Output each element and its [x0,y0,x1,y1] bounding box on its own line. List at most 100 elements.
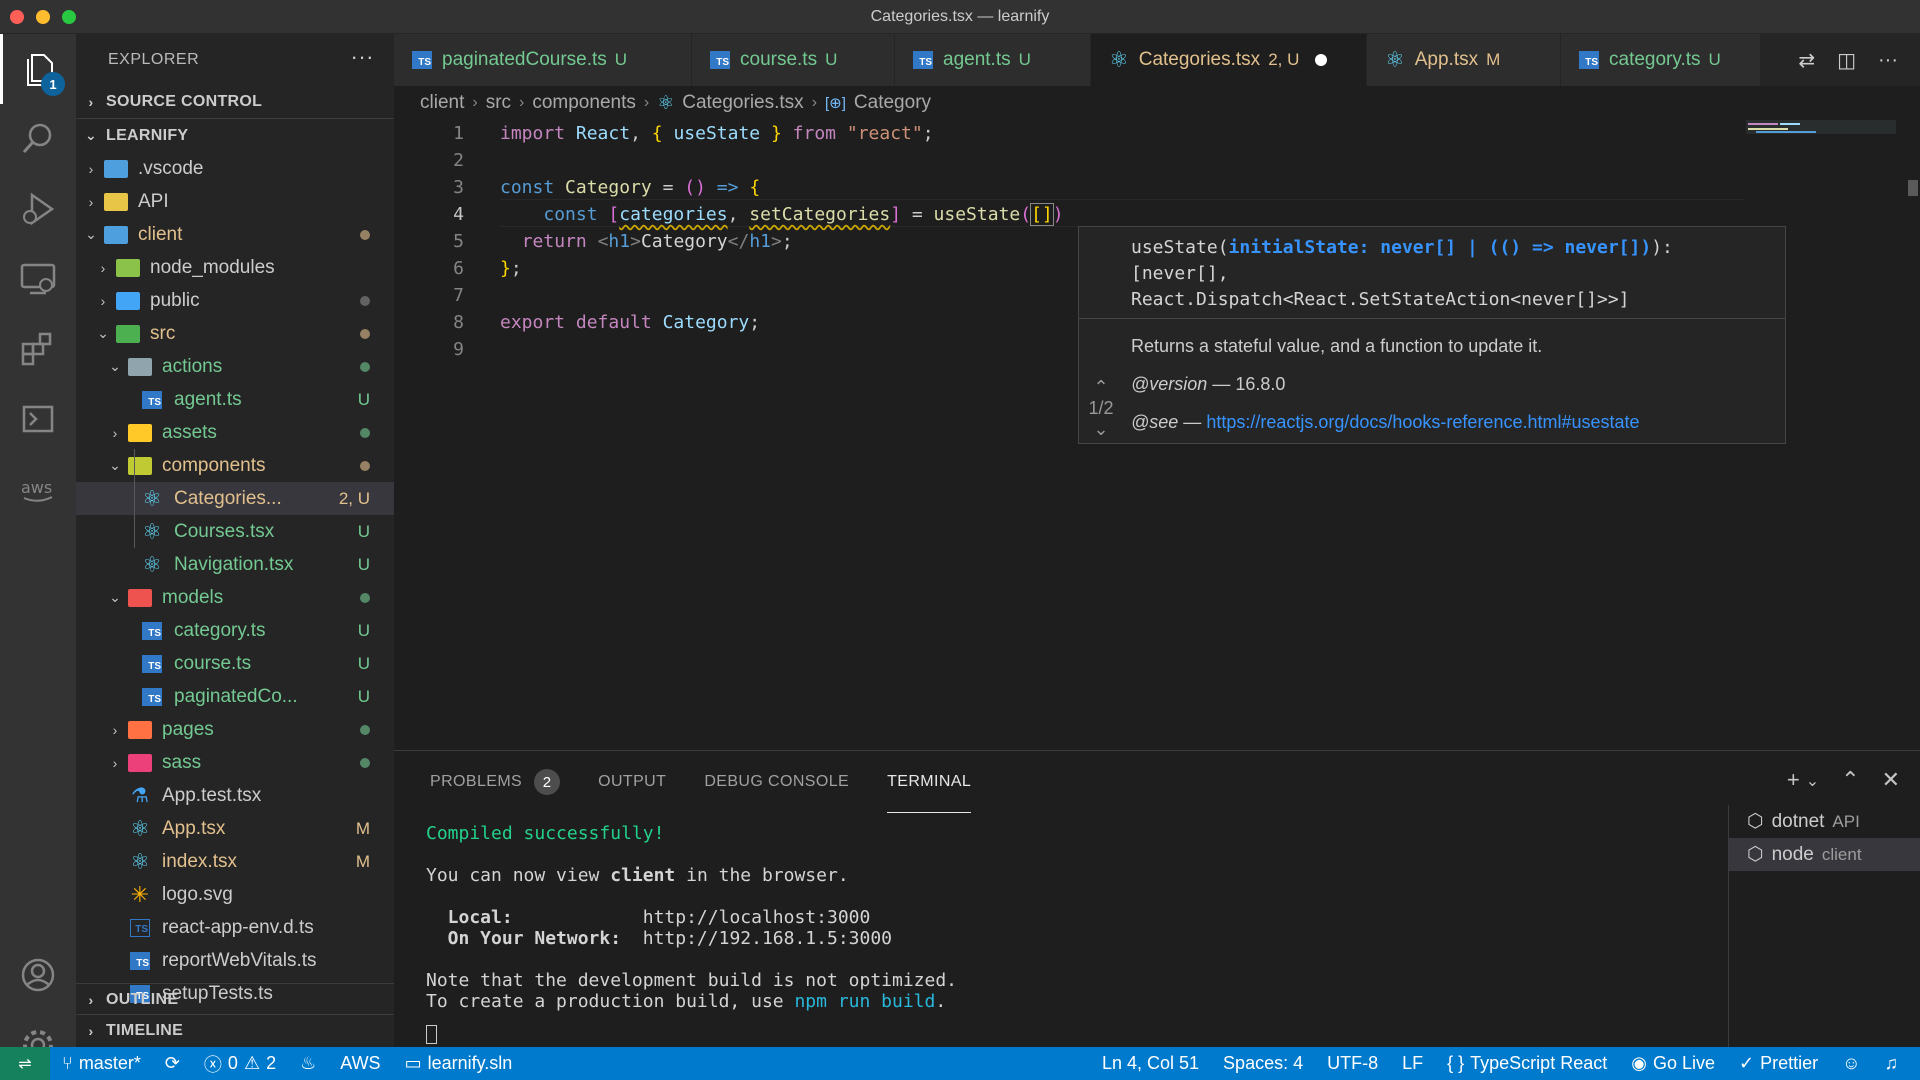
notifications[interactable]: ♫ [1873,1053,1911,1074]
branch-status[interactable]: ⑂ master* [50,1053,153,1074]
breadcrumb-src[interactable]: src [486,92,511,114]
editor-tab[interactable]: TS category.ts U [1561,34,1761,86]
end-of-line[interactable]: LF [1390,1053,1435,1074]
flame-status[interactable]: ♨ [288,1053,328,1074]
breadcrumb-client[interactable]: client [420,92,464,114]
unsaved-dot-icon[interactable] [1315,54,1328,66]
tree-folder[interactable]: ⌄ client [76,218,394,251]
code-line: }; [500,258,522,279]
breadcrumb-file[interactable]: Categories.tsx [682,92,803,114]
tree-folder[interactable]: › assets [76,416,394,449]
more-actions-icon[interactable]: ··· [1878,49,1898,72]
breadcrumb-symbol[interactable]: Category [854,92,931,114]
terminal-instance[interactable]: ⬡ dotnet API [1729,805,1920,838]
explorer-activity[interactable]: 1 [0,34,76,104]
indentation[interactable]: Spaces: 4 [1211,1053,1315,1074]
editor-tab[interactable]: ⚛ Categories.tsx 2, U [1091,34,1367,86]
tree-file[interactable]: ⚛ App.tsx M [76,812,394,845]
more-actions-icon[interactable]: ··· [351,44,374,70]
tree-file[interactable]: TS paginatedCo... U [76,680,394,713]
maximize-panel-icon[interactable]: ⌃ [1841,767,1859,793]
tab-terminal[interactable]: TERMINAL [887,751,972,813]
error-count: 0 [227,1053,238,1073]
compare-changes-icon[interactable]: ⇄ [1798,48,1815,73]
tree-folder[interactable]: › node_modules [76,251,394,284]
language-mode[interactable]: { } TypeScript React [1435,1053,1619,1074]
tree-file[interactable]: ✳ logo.svg [76,878,394,911]
tree-file[interactable]: ⚛ Navigation.tsx U [76,548,394,581]
aws-status[interactable]: AWS [328,1053,392,1074]
tree-file[interactable]: ⚗ App.test.tsx [76,779,394,812]
terminal-activity[interactable] [0,384,76,454]
remote-explorer-activity[interactable] [0,244,76,314]
editor-tab[interactable]: TS paginatedCourse.ts U [394,34,692,86]
tab-debug-console[interactable]: DEBUG CONSOLE [704,751,849,813]
project-section[interactable]: ⌄ LEARNIFY [76,119,394,152]
terminal-url[interactable]: http://192.168.1.5:3000 [643,928,892,949]
problems-status[interactable]: ⓧ 0 ⚠ 2 [192,1051,288,1077]
run-debug-activity[interactable] [0,174,76,244]
terminal-output[interactable]: Compiled successfully! You can now view c… [426,813,1486,1048]
outline-section[interactable]: › OUTLINE [76,983,394,1016]
status-dot [360,460,370,471]
tree-file[interactable]: ⚛ Categories... 2, U [76,482,394,515]
tree-folder[interactable]: › sass [76,746,394,779]
tab-problems[interactable]: PROBLEMS 2 [430,751,561,813]
extensions-activity[interactable] [0,314,76,384]
cursor-position[interactable]: Ln 4, Col 51 [1090,1053,1211,1074]
folder-icon [102,224,130,246]
tree-folder[interactable]: ⌄ src [76,317,394,350]
close-panel-icon[interactable]: ✕ [1882,767,1900,793]
chevron-down-icon[interactable]: ⌄ [1079,419,1123,440]
tree-item-label: client [138,223,183,245]
editor-scrollbar[interactable] [1906,120,1920,750]
new-terminal-icon[interactable]: + [1787,767,1800,793]
tree-folder[interactable]: › .vscode [76,152,394,185]
chevron-right-icon: › [88,193,94,210]
terminal-url[interactable]: http://localhost:3000 [643,907,871,928]
editor-tab[interactable]: TS agent.ts U [895,34,1091,86]
split-editor-icon[interactable]: ◫ [1837,48,1856,73]
code-editor[interactable]: 1 import React, { useState } from "react"… [394,120,1920,750]
tree-file[interactable]: TS agent.ts U [76,383,394,416]
tree-folder[interactable]: › pages [76,713,394,746]
timeline-section[interactable]: › TIMELINE [76,1014,394,1047]
aws-icon: aws [21,478,53,502]
editor-tab[interactable]: ⚛ App.tsx M [1367,34,1561,86]
tree-file[interactable]: TS course.ts U [76,647,394,680]
terminal-instance[interactable]: ⬡ node client [1729,838,1920,871]
prettier-status[interactable]: ✓ Prettier [1727,1053,1830,1074]
hover-signature: useState(initialState: never[] | (() => … [1131,235,1673,313]
source-control-section[interactable]: › SOURCE CONTROL [76,86,394,119]
folder-icon [114,290,142,312]
tree-file[interactable]: ⚛ index.tsx M [76,845,394,878]
docs-link[interactable]: https://reactjs.org/docs/hooks-reference… [1206,412,1639,432]
tree-folder[interactable]: › public [76,284,394,317]
feedback[interactable]: ☺ [1830,1053,1872,1074]
tree-file[interactable]: ⚛ Courses.tsx U [76,515,394,548]
terminal-text: You can now view [426,865,611,886]
search-activity[interactable] [0,104,76,174]
solution-status[interactable]: ▭ learnify.sln [393,1053,525,1074]
chevron-right-icon: › [643,94,650,111]
chevron-down-icon[interactable]: ⌄ [1806,771,1819,793]
encoding[interactable]: UTF-8 [1315,1053,1390,1074]
tab-output[interactable]: OUTPUT [598,751,666,813]
sync-status[interactable]: ⟳ [153,1053,192,1074]
react-icon: ⚛ [142,518,162,544]
editor-tab[interactable]: TS course.ts U [692,34,895,86]
tree-folder[interactable]: ⌄ components [76,449,394,482]
tree-folder[interactable]: › API [76,185,394,218]
aws-activity[interactable]: aws [0,454,76,524]
go-live[interactable]: ◉ Go Live [1619,1053,1727,1074]
tree-file[interactable]: TS category.ts U [76,614,394,647]
tree-file[interactable]: TS reportWebVitals.ts [76,944,394,977]
tree-item-label: .vscode [138,157,204,179]
remote-indicator[interactable]: ⇌ [0,1047,50,1080]
tree-file[interactable]: TS react-app-env.d.ts [76,911,394,944]
tree-folder[interactable]: ⌄ models [76,581,394,614]
tree-folder[interactable]: ⌄ actions [76,350,394,383]
chevron-up-icon[interactable]: ⌃ [1079,377,1123,398]
accounts-activity[interactable] [0,940,76,1010]
breadcrumb-components[interactable]: components [532,92,636,114]
